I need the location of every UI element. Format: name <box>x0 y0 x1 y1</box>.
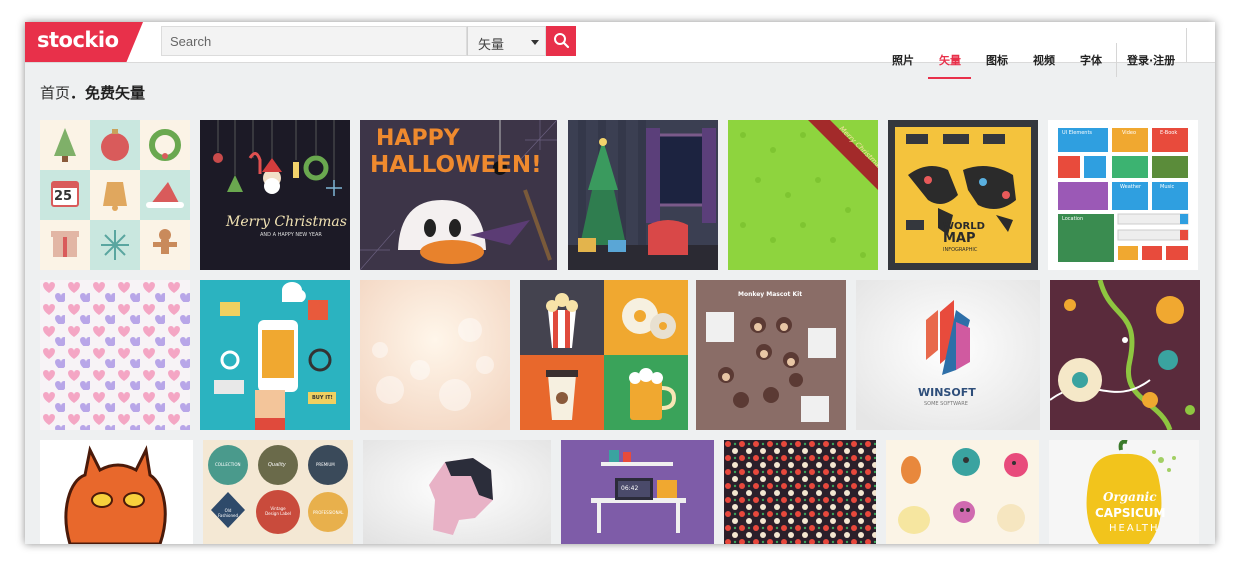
halloween-line1: HAPPY <box>376 126 460 151</box>
search-type-dropdown[interactable]: 矢量 <box>467 26 546 56</box>
search-button[interactable] <box>546 26 576 56</box>
capsicum-line1: Organic <box>1103 490 1157 504</box>
thumbnail-pixel-hand[interactable] <box>363 440 551 544</box>
thumbnail-food-icons[interactable] <box>520 280 688 430</box>
capsicum-line3: HEALTH <box>1109 523 1160 534</box>
merry-christmas-image <box>213 120 342 196</box>
nav-divider <box>1116 43 1117 77</box>
winsoft-logo-image <box>856 280 1040 430</box>
dotted-pattern-image <box>724 440 876 544</box>
mascot-title: Monkey Mascot Kit <box>738 291 803 298</box>
ui-label-2: Video <box>1122 130 1137 136</box>
thumbnail-organic-capsicum[interactable]: Organic CAPSICUM HEALTH <box>1049 440 1199 544</box>
thumbnail-workspace[interactable]: 06:42 <box>561 440 714 544</box>
search-input[interactable] <box>162 27 478 55</box>
badge-text-3: PREMIUM <box>316 462 335 467</box>
thumbnail-christmas-room[interactable] <box>568 120 718 270</box>
badge-text-4: Vintage Design Label <box>265 506 291 516</box>
thumbnail-mobile-app[interactable]: BUY IT! <box>200 280 350 430</box>
badge-text-2: Quality <box>268 462 286 468</box>
monkey-mascot-image <box>706 312 836 422</box>
thumbnail-cute-monsters[interactable] <box>886 440 1039 544</box>
caret-down-icon <box>531 40 539 45</box>
ui-label-1: UI Elements <box>1062 130 1093 136</box>
desk-clock: 06:42 <box>621 485 639 492</box>
map-title-3: INFOGRAPHIC <box>943 247 978 253</box>
ui-label-6: Location <box>1062 216 1084 222</box>
nav-photos[interactable]: 照片 <box>892 52 914 72</box>
breadcrumb: 首页．免费矢量 <box>40 82 145 103</box>
ui-label-4: Weather <box>1120 184 1142 190</box>
thumbnail-christmas-icons[interactable]: 25 <box>40 120 190 270</box>
christmas-subtitle: AND A HAPPY NEW YEAR <box>260 232 322 238</box>
nav-fonts[interactable]: 字体 <box>1080 52 1102 72</box>
calendar-day: 25 <box>54 189 73 204</box>
thumbnail-happy-halloween[interactable]: HAPPY HALLOWEEN! <box>360 120 557 270</box>
thumbnail-abstract-dots[interactable] <box>1050 280 1200 430</box>
breadcrumb-current: 免费矢量 <box>85 84 146 102</box>
fire-demon-image <box>64 445 167 544</box>
mobile-app-image <box>214 282 336 430</box>
app-tag: BUY IT! <box>312 395 333 401</box>
thumbnail-monkey-mascot[interactable]: Monkey Mascot Kit <box>696 280 846 430</box>
breadcrumb-home[interactable]: 首页 <box>40 84 70 102</box>
thumbnail-dotted-pattern[interactable] <box>724 440 876 544</box>
thumbnail-merry-christmas[interactable]: Merry Christmas AND A HAPPY NEW YEAR <box>200 120 350 270</box>
pixel-hand-image <box>363 440 551 544</box>
winsoft-tagline: SOME SOFTWARE <box>924 401 968 407</box>
login-register-link[interactable]: 登录·注册 <box>1127 52 1175 72</box>
active-tab-indicator <box>928 77 971 79</box>
thumbnail-pastel-hearts[interactable] <box>40 280 190 430</box>
search-box <box>161 26 478 56</box>
bokeh-image <box>360 280 510 430</box>
badge-text-5: Old Fashioned <box>217 508 239 518</box>
nav-icons[interactable]: 图标 <box>986 52 1008 72</box>
stockio-logo[interactable]: stockio <box>25 22 143 62</box>
workspace-image <box>591 450 686 533</box>
food-icons-image <box>520 280 688 430</box>
thumbnail-green-christmas[interactable]: Merry Christmas <box>728 120 878 270</box>
capsicum-line2: CAPSICUM <box>1095 506 1166 520</box>
winsoft-brand: WINSOFT <box>918 386 976 399</box>
browser-page: stockio 矢量 照片 矢量 图标 视频 字体 登录·注册 首页．免费矢量 <box>25 22 1215 544</box>
badge-text-1: COLLECTION <box>215 462 241 467</box>
map-title-2: MAP <box>943 231 976 246</box>
thumbnail-winsoft-logo[interactable]: WINSOFT SOME SOFTWARE <box>856 280 1040 430</box>
nav-videos[interactable]: 视频 <box>1033 52 1055 72</box>
ui-label-5: Music <box>1160 184 1175 190</box>
thumbnail-world-map[interactable]: WORLD MAP INFOGRAPHIC <box>888 120 1038 270</box>
christmas-title: Merry Christmas <box>226 214 347 230</box>
ui-elements-image <box>1058 128 1189 262</box>
christmas-room-image <box>568 120 718 270</box>
nav-vectors[interactable]: 矢量 <box>939 52 961 72</box>
thumbnail-vintage-badges[interactable]: COLLECTION Quality PREMIUM Vintage Desig… <box>203 440 353 544</box>
thumbnail-bokeh[interactable] <box>360 280 510 430</box>
badge-text-6: PROFESSIONAL <box>313 510 344 515</box>
halloween-line2: HALLOWEEN! <box>370 152 542 178</box>
breadcrumb-separator: ． <box>70 84 86 102</box>
search-type-label: 矢量 <box>478 38 505 53</box>
search-icon <box>554 33 570 49</box>
thumbnail-fire-demon[interactable] <box>40 440 193 544</box>
cute-monsters-image <box>898 448 1028 534</box>
header-divider <box>1186 28 1187 62</box>
logo-text: stockio <box>37 28 119 52</box>
abstract-dots-image <box>1050 280 1195 430</box>
thumbnail-ui-elements[interactable]: UI Elements Video E-Book Weather Music L… <box>1048 120 1198 270</box>
ui-label-3: E-Book <box>1160 130 1178 136</box>
vintage-badges-image <box>208 445 348 534</box>
hearts-pattern-image <box>40 280 190 430</box>
